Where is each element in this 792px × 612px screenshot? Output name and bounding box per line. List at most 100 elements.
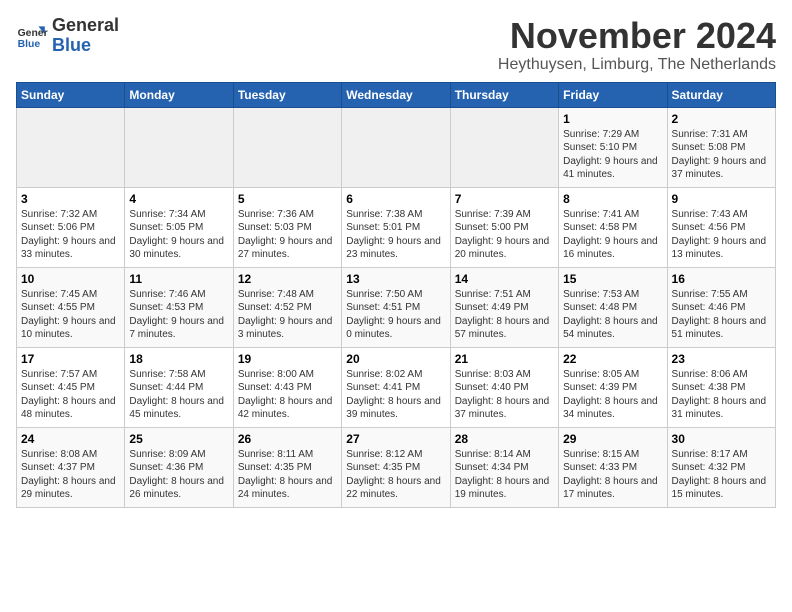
day-number: 10	[21, 272, 120, 286]
calendar-cell: 14 Sunrise: 7:51 AM Sunset: 4:49 PM Dayli…	[450, 267, 558, 347]
calendar-cell: 24 Sunrise: 8:08 AM Sunset: 4:37 PM Dayli…	[17, 427, 125, 507]
calendar-cell: 30 Sunrise: 8:17 AM Sunset: 4:32 PM Dayli…	[667, 427, 775, 507]
day-number: 1	[563, 112, 662, 126]
day-info: Sunrise: 7:36 AM Sunset: 5:03 PM Dayligh…	[238, 208, 337, 262]
day-number: 21	[455, 352, 554, 366]
day-number: 29	[563, 432, 662, 446]
calendar-cell: 18 Sunrise: 7:58 AM Sunset: 4:44 PM Dayli…	[125, 347, 233, 427]
day-number: 26	[238, 432, 337, 446]
location-title: Heythuysen, Limburg, The Netherlands	[498, 56, 776, 74]
calendar-cell: 22Sunrise: 8:05 AM Sunset: 4:39 PM Dayli…	[559, 347, 667, 427]
calendar-cell: 17 Sunrise: 7:57 AM Sunset: 4:45 PM Dayli…	[17, 347, 125, 427]
calendar-cell: 5 Sunrise: 7:36 AM Sunset: 5:03 PM Daylig…	[233, 187, 341, 267]
calendar-cell: 29 Sunrise: 8:15 AM Sunset: 4:33 PM Dayli…	[559, 427, 667, 507]
calendar-cell	[125, 107, 233, 187]
day-info: Sunrise: 7:34 AM Sunset: 5:05 PM Dayligh…	[129, 208, 228, 262]
day-info: Sunrise: 7:43 AM Sunset: 4:56 PM Dayligh…	[672, 208, 771, 262]
calendar-table: SundayMondayTuesdayWednesdayThursdayFrid…	[16, 82, 776, 508]
day-number: 20	[346, 352, 445, 366]
day-info: Sunrise: 7:31 AM Sunset: 5:08 PM Dayligh…	[672, 128, 771, 182]
day-number: 18	[129, 352, 228, 366]
day-number: 5	[238, 192, 337, 206]
week-row-4: 17 Sunrise: 7:57 AM Sunset: 4:45 PM Dayli…	[17, 347, 776, 427]
weekday-header-saturday: Saturday	[667, 82, 775, 107]
day-info: Sunrise: 7:38 AM Sunset: 5:01 PM Dayligh…	[346, 208, 445, 262]
weekday-header-friday: Friday	[559, 82, 667, 107]
day-number: 17	[21, 352, 120, 366]
day-info: Sunrise: 8:03 AM Sunset: 4:40 PM Dayligh…	[455, 368, 554, 422]
day-info: Sunrise: 7:45 AM Sunset: 4:55 PM Dayligh…	[21, 288, 120, 342]
day-info: Sunrise: 7:48 AM Sunset: 4:52 PM Dayligh…	[238, 288, 337, 342]
calendar-cell: 20 Sunrise: 8:02 AM Sunset: 4:41 PM Dayli…	[342, 347, 450, 427]
day-info: Sunrise: 8:00 AM Sunset: 4:43 PM Dayligh…	[238, 368, 337, 422]
day-info: Sunrise: 7:39 AM Sunset: 5:00 PM Dayligh…	[455, 208, 554, 262]
svg-text:Blue: Blue	[18, 39, 41, 50]
calendar-cell: 11 Sunrise: 7:46 AM Sunset: 4:53 PM Dayli…	[125, 267, 233, 347]
calendar-cell: 27 Sunrise: 8:12 AM Sunset: 4:35 PM Dayli…	[342, 427, 450, 507]
week-row-2: 3 Sunrise: 7:32 AM Sunset: 5:06 PM Daylig…	[17, 187, 776, 267]
day-info: Sunrise: 7:58 AM Sunset: 4:44 PM Dayligh…	[129, 368, 228, 422]
day-info: Sunrise: 7:57 AM Sunset: 4:45 PM Dayligh…	[21, 368, 120, 422]
calendar-cell	[342, 107, 450, 187]
weekday-header-tuesday: Tuesday	[233, 82, 341, 107]
header: General Blue General Blue November 2024 …	[16, 16, 776, 74]
calendar-cell: 7Sunrise: 7:39 AM Sunset: 5:00 PM Daylig…	[450, 187, 558, 267]
day-info: Sunrise: 8:12 AM Sunset: 4:35 PM Dayligh…	[346, 448, 445, 502]
calendar-cell: 19 Sunrise: 8:00 AM Sunset: 4:43 PM Dayli…	[233, 347, 341, 427]
day-number: 23	[672, 352, 771, 366]
day-number: 3	[21, 192, 120, 206]
week-row-1: 1 Sunrise: 7:29 AM Sunset: 5:10 PM Daylig…	[17, 107, 776, 187]
calendar-cell: 28 Sunrise: 8:14 AM Sunset: 4:34 PM Dayli…	[450, 427, 558, 507]
calendar-cell: 2Sunrise: 7:31 AM Sunset: 5:08 PM Daylig…	[667, 107, 775, 187]
day-number: 27	[346, 432, 445, 446]
calendar-cell: 21 Sunrise: 8:03 AM Sunset: 4:40 PM Dayli…	[450, 347, 558, 427]
day-number: 30	[672, 432, 771, 446]
calendar-cell: 6 Sunrise: 7:38 AM Sunset: 5:01 PM Daylig…	[342, 187, 450, 267]
day-info: Sunrise: 8:15 AM Sunset: 4:33 PM Dayligh…	[563, 448, 662, 502]
calendar-cell: 23 Sunrise: 8:06 AM Sunset: 4:38 PM Dayli…	[667, 347, 775, 427]
calendar-cell: 1 Sunrise: 7:29 AM Sunset: 5:10 PM Daylig…	[559, 107, 667, 187]
day-info: Sunrise: 7:46 AM Sunset: 4:53 PM Dayligh…	[129, 288, 228, 342]
day-number: 14	[455, 272, 554, 286]
day-number: 24	[21, 432, 120, 446]
week-row-5: 24 Sunrise: 8:08 AM Sunset: 4:37 PM Dayli…	[17, 427, 776, 507]
weekday-header-sunday: Sunday	[17, 82, 125, 107]
calendar-cell: 9 Sunrise: 7:43 AM Sunset: 4:56 PM Daylig…	[667, 187, 775, 267]
day-info: Sunrise: 7:32 AM Sunset: 5:06 PM Dayligh…	[21, 208, 120, 262]
day-info: Sunrise: 7:51 AM Sunset: 4:49 PM Dayligh…	[455, 288, 554, 342]
weekday-header-wednesday: Wednesday	[342, 82, 450, 107]
day-number: 19	[238, 352, 337, 366]
title-area: November 2024 Heythuysen, Limburg, The N…	[498, 16, 776, 74]
day-number: 6	[346, 192, 445, 206]
logo-text: General Blue	[52, 16, 119, 56]
weekday-header-thursday: Thursday	[450, 82, 558, 107]
calendar-cell	[233, 107, 341, 187]
day-info: Sunrise: 8:02 AM Sunset: 4:41 PM Dayligh…	[346, 368, 445, 422]
day-info: Sunrise: 8:05 AM Sunset: 4:39 PM Dayligh…	[563, 368, 662, 422]
weekday-header-monday: Monday	[125, 82, 233, 107]
day-number: 25	[129, 432, 228, 446]
day-info: Sunrise: 8:14 AM Sunset: 4:34 PM Dayligh…	[455, 448, 554, 502]
day-info: Sunrise: 8:06 AM Sunset: 4:38 PM Dayligh…	[672, 368, 771, 422]
day-info: Sunrise: 7:29 AM Sunset: 5:10 PM Dayligh…	[563, 128, 662, 182]
calendar-cell: 25Sunrise: 8:09 AM Sunset: 4:36 PM Dayli…	[125, 427, 233, 507]
calendar-cell	[17, 107, 125, 187]
day-number: 11	[129, 272, 228, 286]
calendar-cell: 4Sunrise: 7:34 AM Sunset: 5:05 PM Daylig…	[125, 187, 233, 267]
calendar-cell: 8Sunrise: 7:41 AM Sunset: 4:58 PM Daylig…	[559, 187, 667, 267]
day-info: Sunrise: 7:53 AM Sunset: 4:48 PM Dayligh…	[563, 288, 662, 342]
day-info: Sunrise: 7:41 AM Sunset: 4:58 PM Dayligh…	[563, 208, 662, 262]
day-number: 13	[346, 272, 445, 286]
calendar-cell: 16Sunrise: 7:55 AM Sunset: 4:46 PM Dayli…	[667, 267, 775, 347]
week-row-3: 10 Sunrise: 7:45 AM Sunset: 4:55 PM Dayli…	[17, 267, 776, 347]
calendar-cell	[450, 107, 558, 187]
calendar-cell: 3 Sunrise: 7:32 AM Sunset: 5:06 PM Daylig…	[17, 187, 125, 267]
day-number: 28	[455, 432, 554, 446]
calendar-cell: 15Sunrise: 7:53 AM Sunset: 4:48 PM Dayli…	[559, 267, 667, 347]
month-title: November 2024	[498, 16, 776, 56]
day-info: Sunrise: 8:17 AM Sunset: 4:32 PM Dayligh…	[672, 448, 771, 502]
day-info: Sunrise: 7:50 AM Sunset: 4:51 PM Dayligh…	[346, 288, 445, 342]
day-info: Sunrise: 8:08 AM Sunset: 4:37 PM Dayligh…	[21, 448, 120, 502]
day-number: 9	[672, 192, 771, 206]
day-number: 12	[238, 272, 337, 286]
